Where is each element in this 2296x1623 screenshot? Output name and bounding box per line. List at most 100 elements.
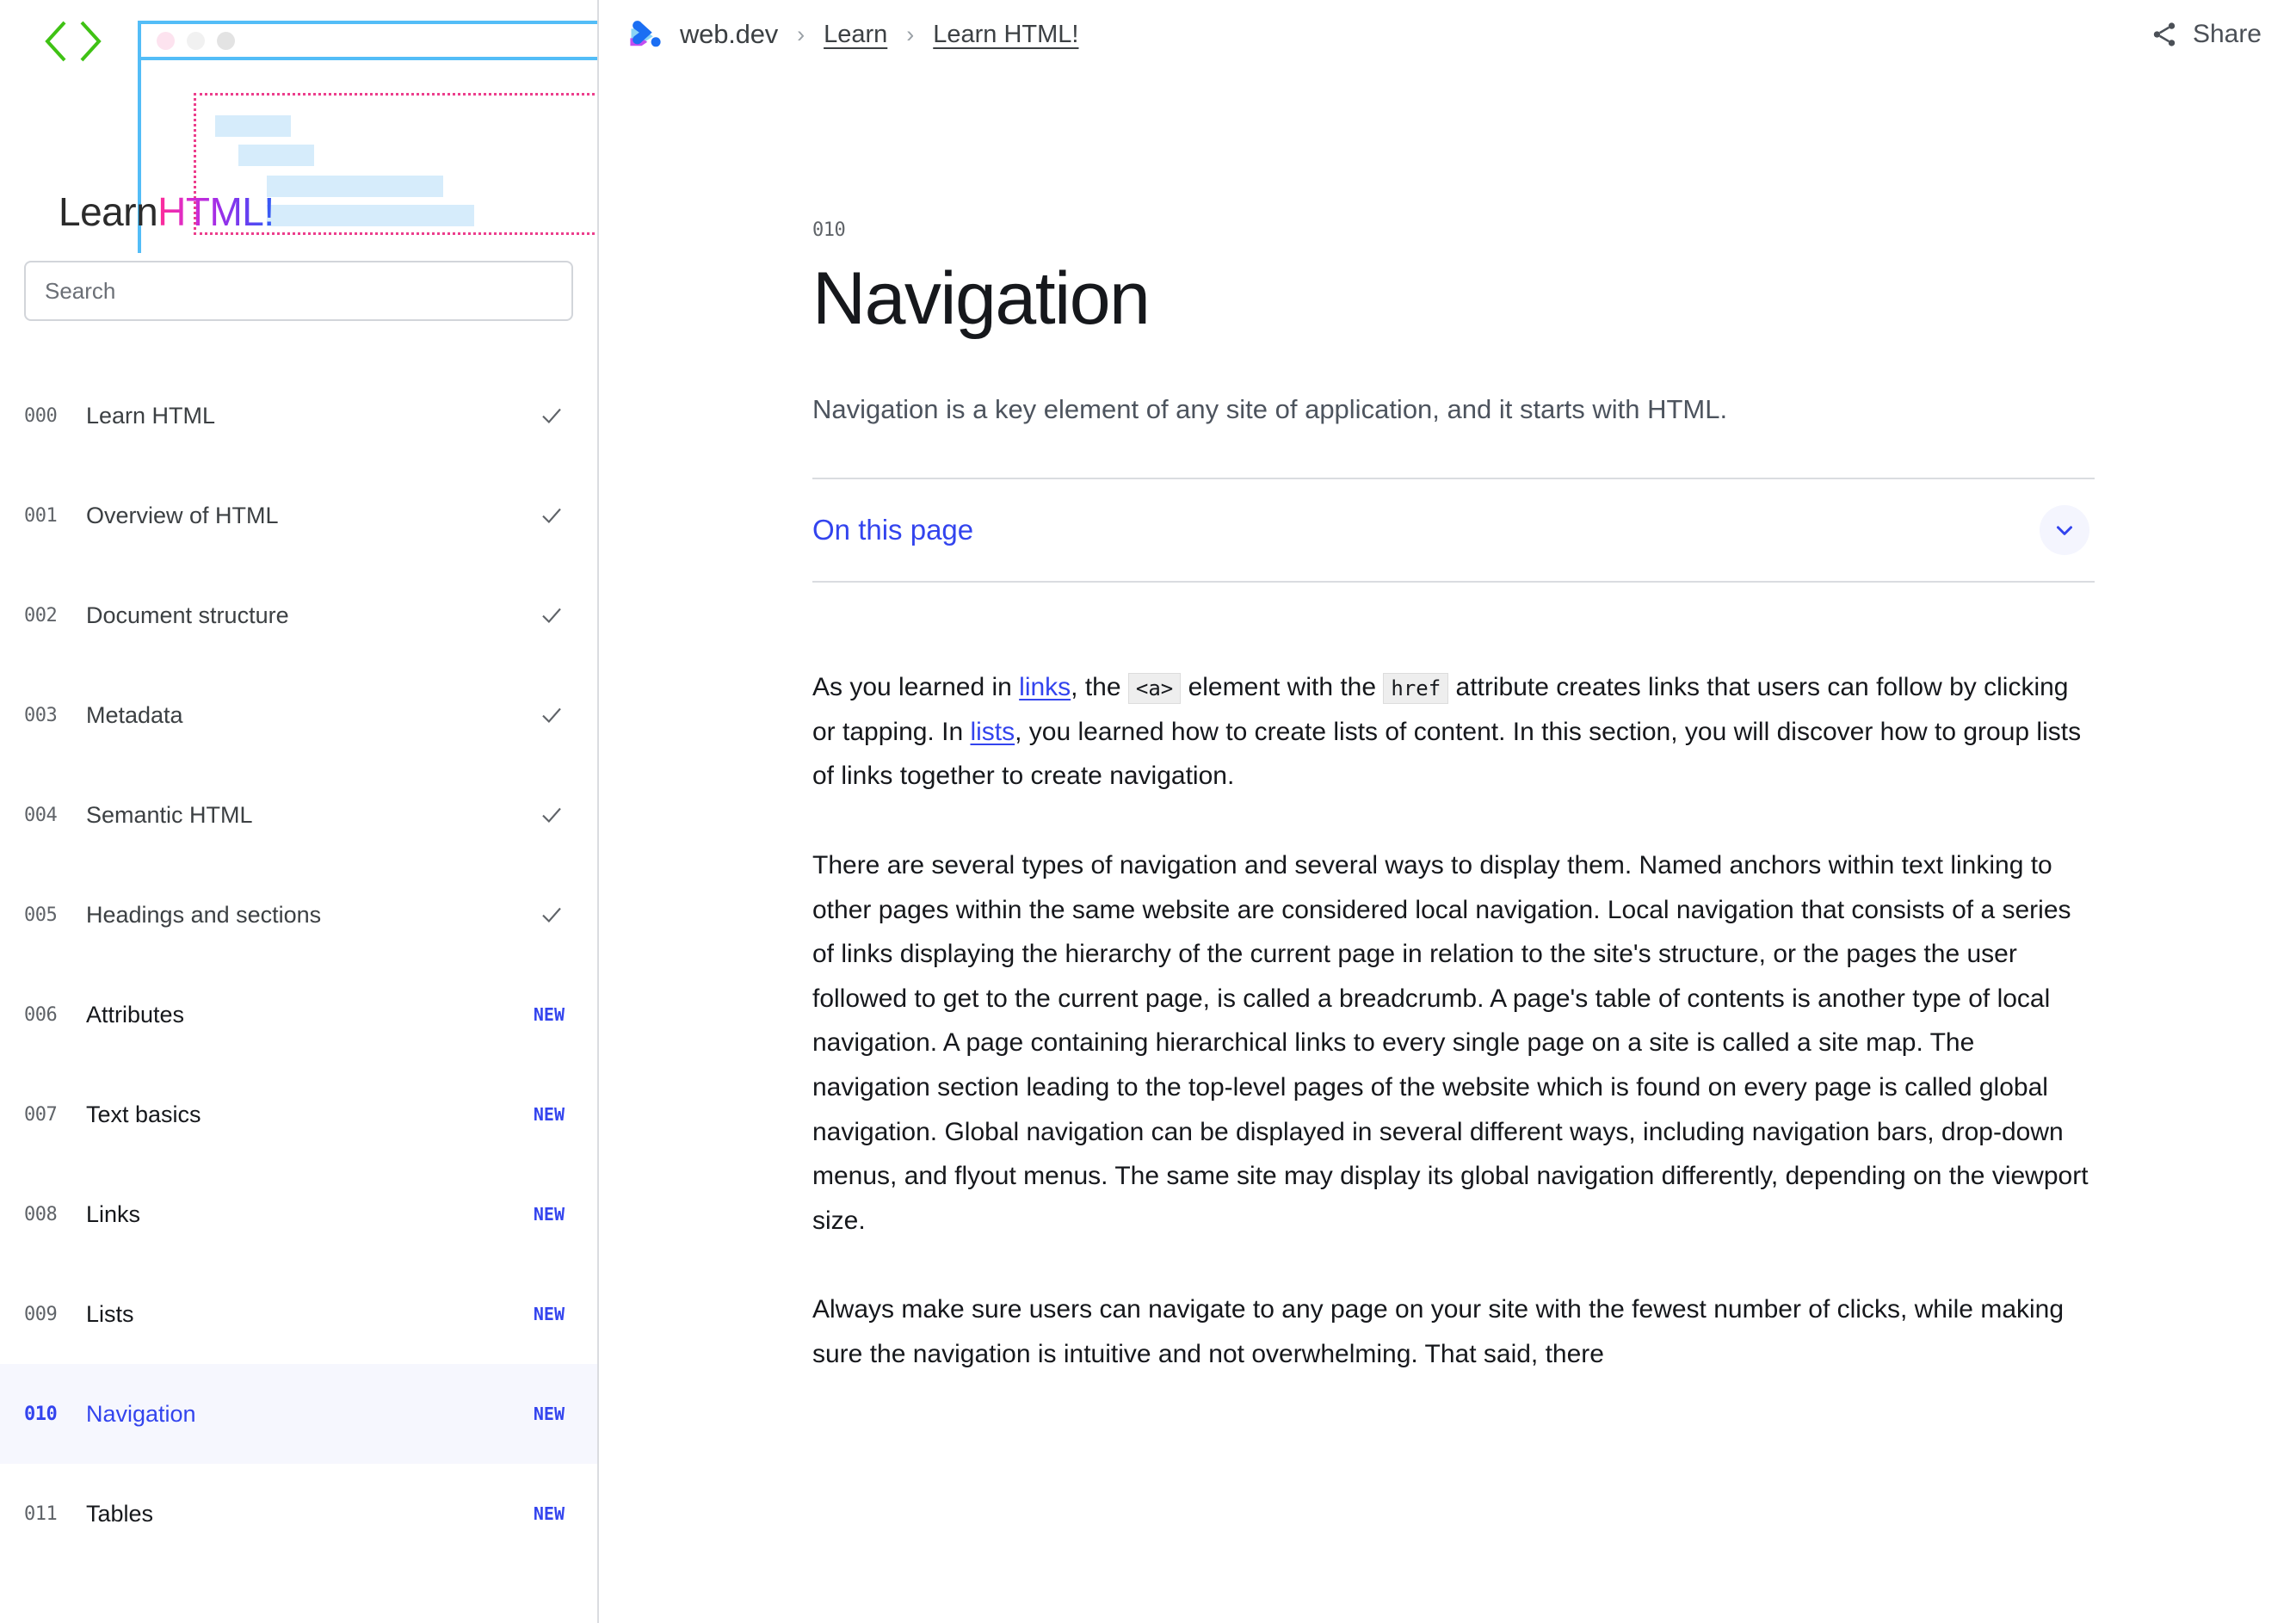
share-icon: [2153, 22, 2176, 46]
sidebar-item-semantic-html[interactable]: 004 Semantic HTML: [0, 765, 597, 865]
new-badge: NEW: [533, 1404, 565, 1424]
article-lede: Navigation is a key element of any site …: [812, 394, 1728, 425]
sidebar-item-status: [539, 702, 565, 728]
sidebar-item-status: [539, 802, 565, 828]
share-button[interactable]: Share: [2150, 20, 2262, 49]
sidebar-item-number: 003: [24, 704, 58, 726]
sidebar-item-tables[interactable]: 011 Tables NEW: [0, 1464, 597, 1564]
hero-placeholder-bar: [238, 145, 314, 166]
sidebar-item-label: Document structure: [86, 602, 289, 628]
sidebar: LearnHTML! 000 Learn HTML 001 Overview o…: [0, 0, 599, 1623]
sidebar-item-number: 010: [24, 1403, 58, 1425]
on-this-page-label: On this page: [812, 514, 974, 546]
brand-home-link[interactable]: web.dev: [626, 15, 778, 53]
sidebar-item-status: [539, 403, 565, 429]
sidebar-item-status: [539, 602, 565, 628]
new-badge: NEW: [533, 1004, 565, 1025]
main-content: web.dev › Learn › Learn HTML! Share 010 …: [599, 0, 2296, 1623]
inline-code-href-attribute: href: [1383, 673, 1449, 705]
sidebar-item-number: 008: [24, 1203, 58, 1225]
breadcrumb-separator: ›: [906, 21, 915, 47]
breadcrumb-item-learn[interactable]: Learn: [824, 21, 887, 49]
sidebar-item-metadata[interactable]: 003 Metadata: [0, 665, 597, 765]
sidebar-item-document-structure[interactable]: 002 Document structure: [0, 565, 597, 665]
breadcrumb-item-learn-html[interactable]: Learn HTML!: [933, 21, 1078, 49]
text-run: , the: [1071, 673, 1128, 702]
sidebar-item-number: 002: [24, 604, 58, 626]
sidebar-item-number: 011: [24, 1503, 58, 1525]
hero-placeholder-bar: [267, 205, 474, 226]
paragraph-intro: As you learned in links, the <a> element…: [812, 665, 2095, 799]
new-badge: NEW: [533, 1304, 565, 1324]
sidebar-item-links[interactable]: 008 Links NEW: [0, 1164, 597, 1264]
sidebar-item-overview-of-html[interactable]: 001 Overview of HTML: [0, 466, 597, 565]
page-title: Navigation: [812, 257, 1151, 340]
sidebar-item-status: NEW: [534, 1304, 565, 1324]
window-dot-close: [157, 31, 175, 50]
check-icon: [542, 608, 561, 624]
sidebar-item-status: [539, 503, 565, 528]
hero-illustration: LearnHTML!: [0, 0, 597, 254]
sidebar-item-label: Metadata: [86, 701, 183, 728]
sidebar-item-label: Links: [86, 1200, 141, 1227]
sidebar-item-number: 009: [24, 1303, 58, 1325]
sidebar-item-label: Semantic HTML: [86, 801, 253, 828]
article: 010 Navigation Navigation is a key eleme…: [812, 219, 2095, 1377]
sidebar-item-attributes[interactable]: 006 Attributes NEW: [0, 965, 597, 1065]
course-logo-html: HTML!: [157, 189, 275, 234]
sidebar-item-status: [539, 902, 565, 928]
sidebar-item-number: 001: [24, 504, 58, 527]
sidebar-item-status: NEW: [534, 1204, 565, 1225]
check-icon: [542, 408, 561, 424]
sidebar-item-status: NEW: [534, 1104, 565, 1125]
sidebar-item-lists[interactable]: 009 Lists NEW: [0, 1264, 597, 1364]
sidebar-item-number: 000: [24, 404, 58, 427]
inline-code-anchor-element: <a>: [1127, 673, 1182, 705]
window-dot-maximize: [217, 31, 235, 50]
new-badge: NEW: [533, 1503, 565, 1524]
sidebar-item-number: 005: [24, 904, 58, 926]
sidebar-item-text-basics[interactable]: 007 Text basics NEW: [0, 1065, 597, 1164]
sidebar-item-headings-and-sections[interactable]: 005 Headings and sections: [0, 865, 597, 965]
course-logo-title: LearnHTML!: [59, 188, 275, 235]
sidebar-item-label: Text basics: [86, 1101, 201, 1127]
sidebar-item-status: NEW: [534, 1503, 565, 1524]
sidebar-item-navigation[interactable]: 010 Navigation NEW: [0, 1364, 597, 1464]
sidebar-item-label: Attributes: [86, 1001, 185, 1027]
chevron-down-icon[interactable]: [2040, 505, 2089, 556]
text-run: element with the: [1181, 673, 1384, 702]
check-icon: [542, 508, 561, 524]
course-logo-learn: Learn: [59, 189, 158, 234]
course-nav-list: 000 Learn HTML 001 Overview of HTML 002 …: [0, 366, 597, 1564]
article-body: As you learned in links, the <a> element…: [812, 665, 2095, 1376]
code-brackets-icon: [45, 21, 102, 62]
new-badge: NEW: [533, 1204, 565, 1225]
check-icon: [542, 807, 561, 824]
browser-mock-titlebar: [141, 24, 597, 60]
share-label: Share: [2192, 20, 2262, 48]
paragraph-navigation-types: There are several types of navigation an…: [812, 851, 2089, 1235]
sidebar-item-label: Learn HTML: [86, 402, 216, 429]
top-bar: web.dev › Learn › Learn HTML! Share: [599, 0, 2296, 69]
sidebar-item-number: 006: [24, 1003, 58, 1026]
sidebar-item-label: Overview of HTML: [86, 502, 279, 528]
on-this-page-toggle[interactable]: On this page: [812, 478, 2095, 583]
sidebar-item-status: NEW: [534, 1004, 565, 1025]
brand-name: web.dev: [680, 19, 779, 49]
hero-placeholder-bar: [267, 176, 443, 197]
sidebar-item-learn-html[interactable]: 000 Learn HTML: [0, 366, 597, 466]
article-eyebrow-number: 010: [812, 219, 846, 241]
new-badge: NEW: [533, 1104, 565, 1125]
breadcrumb-separator: ›: [797, 21, 805, 47]
link-lists[interactable]: lists: [970, 718, 1015, 746]
link-links[interactable]: links: [1019, 673, 1071, 701]
sidebar-item-number: 007: [24, 1103, 58, 1126]
sidebar-item-status: NEW: [534, 1404, 565, 1424]
sidebar-item-number: 004: [24, 804, 58, 826]
paragraph-navigation-advice: Always make sure users can navigate to a…: [812, 1295, 2065, 1368]
search-container: [0, 261, 597, 321]
search-input[interactable]: [24, 261, 573, 321]
hero-placeholder-bar: [215, 115, 291, 137]
window-dot-minimize: [187, 31, 205, 50]
sidebar-item-label: Headings and sections: [86, 901, 322, 928]
